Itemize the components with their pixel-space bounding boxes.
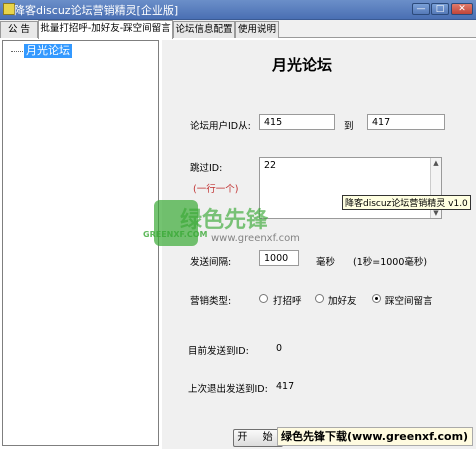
tree-item-forum[interactable]: 月光论坛 [24, 44, 72, 58]
window-title: 降客discuz论坛营销精灵[企业版] [14, 4, 179, 17]
radio-greet[interactable] [259, 294, 268, 303]
to-label: 到 [344, 121, 354, 132]
last-id-value: 417 [276, 381, 295, 392]
scroll-down-icon[interactable]: ▼ [432, 209, 440, 217]
radio-space-comment[interactable] [372, 294, 381, 303]
tab-instructions[interactable]: 使用说明 [235, 21, 279, 38]
tree-connector [11, 51, 23, 52]
interval-label: 发送间隔: [190, 257, 232, 268]
interval-unit: 毫秒 [316, 257, 336, 268]
start-button[interactable]: 开 始 [233, 429, 283, 447]
tab-batch-marketing[interactable]: 批量打招呼-加好友-踩空间留言 [38, 20, 173, 39]
radio-add-friend-label[interactable]: 加好友 [328, 293, 357, 307]
mode-label: 营销类型: [190, 296, 232, 307]
close-button[interactable]: ✕ [451, 3, 473, 15]
scroll-up-icon[interactable]: ▲ [432, 159, 440, 167]
watermark-url: www.greenxf.com [211, 233, 300, 244]
current-id-label: 目前发送到ID: [188, 346, 249, 357]
minimize-button[interactable]: — [412, 3, 430, 15]
tab-strip: 公 告 批量打招呼-加好友-踩空间留言 论坛信息配置 使用说明 [0, 20, 476, 39]
forum-title: 月光论坛 [271, 56, 332, 74]
version-tooltip: 降客discuz论坛营销精灵 v1.0 [342, 195, 471, 210]
user-id-from-input[interactable]: 415 [259, 114, 335, 130]
interval-input[interactable]: 1000 [259, 250, 299, 266]
watermark-banner: 绿色先锋下载(www.greenxf.com) [277, 427, 473, 446]
forum-tree[interactable]: 月光论坛 [2, 40, 159, 446]
watermark-name: 绿色先锋 [180, 208, 269, 233]
interval-note: (1秒=1000毫秒) [353, 257, 428, 268]
skip-id-hint: (一行一个) [193, 184, 239, 195]
main-panel: 月光论坛 论坛用户ID从: 415 到 417 跳过ID: (一行一个) 22 … [162, 40, 476, 449]
radio-add-friend[interactable] [315, 294, 324, 303]
radio-space-comment-label[interactable]: 踩空间留言 [385, 293, 433, 307]
skip-id-label: 跳过ID: [190, 163, 223, 174]
tab-announcement[interactable]: 公 告 [0, 21, 38, 38]
tab-forum-config[interactable]: 论坛信息配置 [173, 21, 235, 38]
user-id-label: 论坛用户ID从: [190, 121, 251, 132]
last-id-label: 上次退出发送到ID: [188, 384, 268, 395]
skip-id-value: 22 [264, 160, 277, 171]
title-bar: 降客discuz论坛营销精灵[企业版] — □ ✕ [0, 0, 476, 20]
user-id-to-input[interactable]: 417 [367, 114, 445, 130]
radio-greet-label[interactable]: 打招呼 [273, 293, 302, 307]
maximize-button[interactable]: □ [431, 3, 449, 15]
current-id-value: 0 [276, 343, 283, 354]
